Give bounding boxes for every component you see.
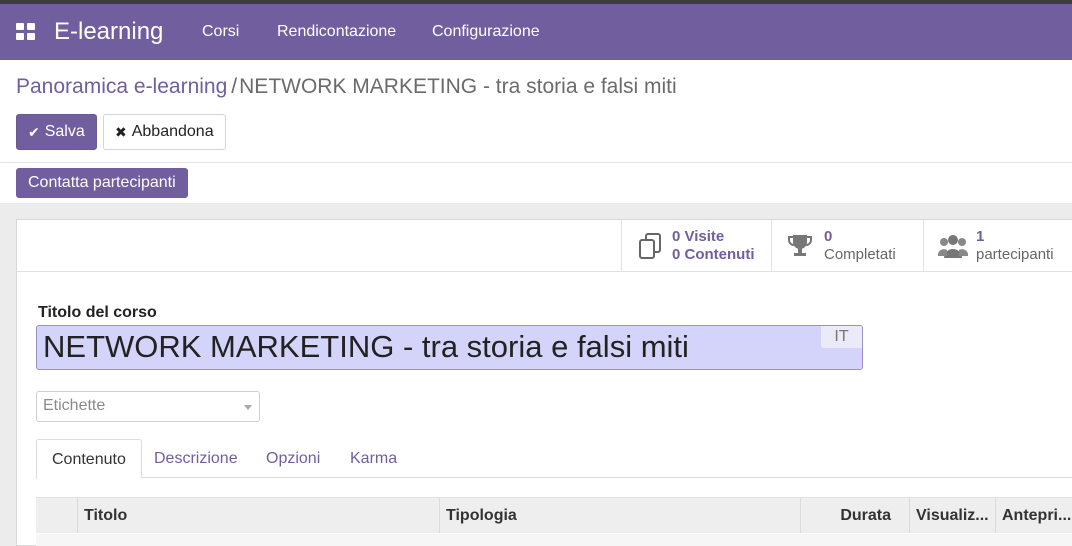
header-divider (0, 162, 1072, 163)
table-handle-column (36, 498, 77, 533)
stat-contents-value: 0 Contenuti (672, 246, 755, 263)
course-title-value: NETWORK MARKETING - tra storia e falsi m… (43, 329, 689, 364)
breadcrumb-current: NETWORK MARKETING - tra storia e falsi m… (239, 75, 677, 98)
grid-icon[interactable] (16, 23, 36, 41)
app-brand[interactable]: E-learning (54, 18, 163, 46)
course-title-input[interactable]: NETWORK MARKETING - tra storia e falsi m… (36, 325, 863, 370)
form-sheet: 0 Visite 0 Contenuti 0 Completati 1 part… (16, 219, 1072, 546)
trophy-icon (788, 235, 812, 256)
table-row (36, 534, 1072, 546)
check-icon: ✔ (28, 123, 40, 140)
menu-configurazione[interactable]: Configurazione (432, 23, 540, 41)
stat-completed-button[interactable]: 0 Completati (771, 220, 923, 271)
tab-contenuto[interactable]: Contenuto (36, 439, 142, 479)
stat-views-value: 0 Visite (672, 228, 725, 245)
stat-attendees-button[interactable]: 1 partecipanti (923, 220, 1072, 271)
breadcrumb-separator: / (231, 75, 238, 98)
column-visualizzazioni[interactable]: Visualiz... (909, 498, 995, 533)
menu-corsi[interactable]: Corsi (202, 23, 239, 41)
stat-views-button[interactable]: 0 Visite 0 Contenuti (621, 220, 771, 271)
discard-button-label: Abbandona (131, 123, 214, 140)
breadcrumb-parent-link[interactable]: Panoramica e-learning (16, 75, 227, 98)
stat-attendees-value: 1 (976, 228, 985, 245)
stat-completed-value: 0 (824, 228, 833, 245)
tab-karma[interactable]: Karma (335, 439, 412, 478)
table-header: Titolo Tipologia Durata Visualiz... Ante… (36, 497, 1072, 533)
copy-icon (639, 233, 661, 259)
stat-completed-label: Completati (824, 246, 896, 263)
course-title-label: Titolo del corso (38, 304, 157, 321)
menu-rendicontazione[interactable]: Rendicontazione (277, 23, 396, 41)
tab-descrizione[interactable]: Descrizione (139, 439, 253, 478)
notebook-tabs: Contenuto Descrizione Opzioni Karma (36, 439, 1072, 479)
chevron-down-icon (244, 405, 252, 410)
tags-placeholder: Etichette (43, 397, 106, 414)
stat-attendees-label: partecipanti (976, 246, 1054, 263)
save-button-label: Salva (44, 123, 85, 140)
times-icon: ✖ (115, 123, 127, 140)
column-durata[interactable]: Durata (800, 498, 909, 533)
stat-buttons-bar: 0 Visite 0 Contenuti 0 Completati 1 part… (17, 220, 1072, 272)
column-titolo[interactable]: Titolo (77, 498, 439, 533)
column-tipologia[interactable]: Tipologia (439, 498, 800, 533)
breadcrumb: Panoramica e-learning/NETWORK MARKETING … (16, 75, 677, 99)
discard-button[interactable]: ✖ Abbandona (103, 114, 226, 150)
tags-select[interactable]: Etichette (36, 391, 260, 422)
top-navbar: E-learning Corsi Rendicontazione Configu… (0, 4, 1072, 60)
tab-opzioni[interactable]: Opzioni (251, 439, 335, 478)
column-anteprima[interactable]: Antepri... (995, 498, 1072, 533)
contact-attendees-button[interactable]: Contatta partecipanti (16, 168, 188, 198)
save-button[interactable]: ✔ Salva (16, 114, 97, 150)
users-icon (938, 235, 968, 258)
language-badge[interactable]: IT (821, 326, 862, 348)
